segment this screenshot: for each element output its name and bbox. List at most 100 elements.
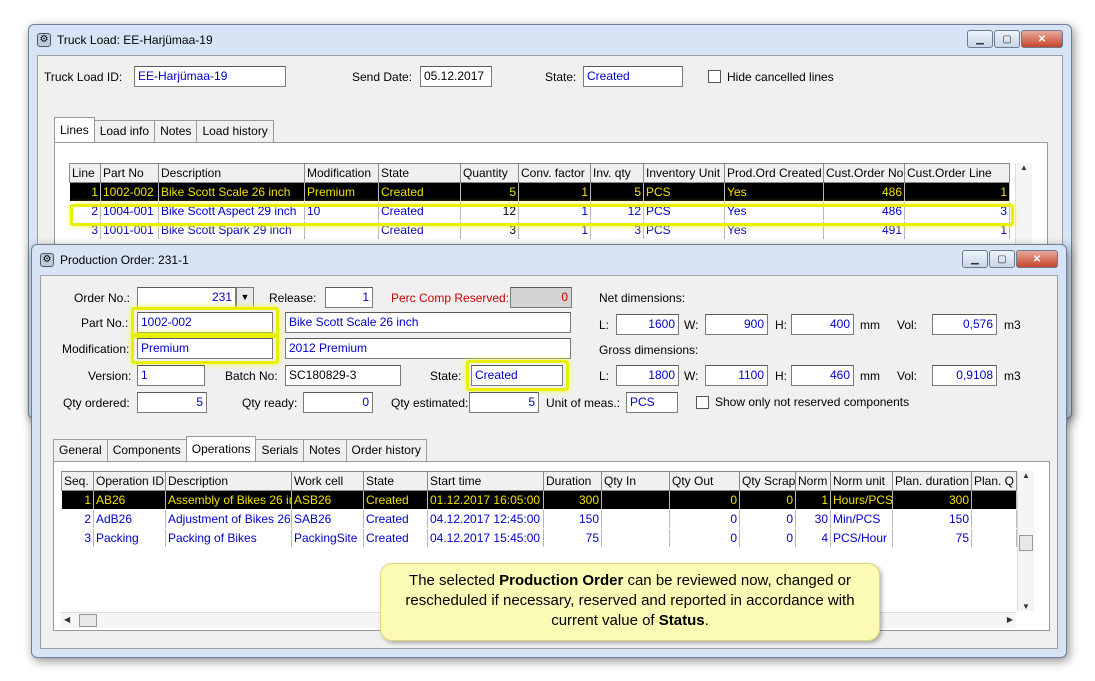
tab-order-history[interactable]: Order history <box>345 439 427 461</box>
cell[interactable]: ASB26 <box>291 490 364 510</box>
hide-cancelled-checkbox[interactable] <box>708 70 721 83</box>
cell[interactable]: AB26 <box>93 490 166 510</box>
cell[interactable]: 01.12.2017 16:05:00 <box>427 490 544 510</box>
cell[interactable]: 1002-002 <box>100 182 159 202</box>
col-state[interactable]: State <box>363 471 428 491</box>
cell[interactable]: Hours/PCS <box>830 490 893 510</box>
col-line[interactable]: Line <box>69 163 101 183</box>
cell[interactable]: 4 <box>795 528 831 548</box>
col-qty-scrap[interactable]: Qty Scrap <box>739 471 796 491</box>
scroll-down-icon[interactable]: ▼ <box>1018 602 1034 611</box>
gross-width-field[interactable]: 1100 <box>705 365 768 386</box>
close-button[interactable]: ✕ <box>1016 250 1058 268</box>
unit-of-meas-field[interactable]: PCS <box>626 392 678 413</box>
cell[interactable]: Yes <box>724 182 824 202</box>
cell[interactable]: 1 <box>795 490 831 510</box>
cell[interactable]: PCS/Hour <box>830 528 893 548</box>
part-description-field[interactable]: Bike Scott Scale 26 inch <box>285 312 571 333</box>
operations-vertical-scrollbar[interactable]: ▲ ▼ <box>1017 471 1034 611</box>
cell[interactable]: PCS <box>643 182 725 202</box>
tab-notes[interactable]: Notes <box>154 120 198 142</box>
cell[interactable]: Packing of Bikes <box>165 528 292 548</box>
cell[interactable]: Premium <box>304 182 379 202</box>
close-button[interactable]: ✕ <box>1021 30 1063 48</box>
cell[interactable]: SAB26 <box>291 509 364 529</box>
cell[interactable]: Assembly of Bikes 26 in <box>165 490 292 510</box>
col-start-time[interactable]: Start time <box>427 471 544 491</box>
col-prod-ord-created[interactable]: Prod.Ord Created <box>724 163 824 183</box>
show-not-reserved-checkbox[interactable] <box>696 396 709 409</box>
cell[interactable]: Created <box>363 528 428 548</box>
cell[interactable]: 5 <box>460 182 519 202</box>
cell[interactable]: 75 <box>543 528 602 548</box>
version-field[interactable]: 1 <box>137 365 205 386</box>
scroll-thumb[interactable] <box>79 614 97 627</box>
scroll-up-icon[interactable]: ▲ <box>1018 471 1034 480</box>
cell[interactable]: 0 <box>669 509 740 529</box>
gross-length-field[interactable]: 1800 <box>616 365 679 386</box>
cell[interactable] <box>601 490 670 510</box>
col-state[interactable]: State <box>378 163 461 183</box>
cell[interactable]: PackingSite <box>291 528 364 548</box>
col-inv-qty[interactable]: Inv. qty <box>590 163 644 183</box>
cell[interactable]: 1 <box>518 182 591 202</box>
col-plan-duration[interactable]: Plan. duration <box>892 471 972 491</box>
col-operation-id[interactable]: Operation ID <box>93 471 166 491</box>
order-no-field[interactable]: 231 <box>137 287 236 308</box>
col-norm-unit[interactable]: Norm unit <box>830 471 893 491</box>
col-inventory-unit[interactable]: Inventory Unit <box>643 163 725 183</box>
tab-load-info[interactable]: Load info <box>93 120 156 142</box>
cell[interactable]: 1 <box>904 182 1010 202</box>
cell[interactable]: 5 <box>590 182 644 202</box>
table-row[interactable]: 1 AB26 Assembly of Bikes 26 in ASB26 Cre… <box>61 490 1017 510</box>
tab-load-history[interactable]: Load history <box>196 120 274 142</box>
minimize-button[interactable]: ▁ <box>967 30 993 48</box>
maximize-button[interactable]: ▢ <box>989 250 1015 268</box>
col-seq[interactable]: Seq. <box>61 471 94 491</box>
cell[interactable] <box>971 528 1017 548</box>
col-part-no[interactable]: Part No <box>100 163 159 183</box>
cell[interactable]: 0 <box>739 528 796 548</box>
cell[interactable]: Bike Scott Scale 26 inch <box>158 182 305 202</box>
col-cust-order-line[interactable]: Cust.Order Line <box>904 163 1010 183</box>
net-height-field[interactable]: 400 <box>791 314 854 335</box>
tab-serials[interactable]: Serials <box>255 439 305 461</box>
cell[interactable]: AdB26 <box>93 509 166 529</box>
gross-volume-field[interactable]: 0,9108 <box>932 365 997 386</box>
send-date-field[interactable]: 05.12.2017 <box>420 66 492 87</box>
col-description[interactable]: Description <box>158 163 305 183</box>
cell[interactable]: 1 <box>61 490 94 510</box>
truck-load-id-field[interactable]: EE-Harjümaa-19 <box>134 66 286 87</box>
production-order-titlebar[interactable]: ⚙ Production Order: 231-1 ▁ ▢ ✕ <box>32 245 1066 275</box>
tab-general[interactable]: General <box>53 439 108 461</box>
cell[interactable]: 2 <box>61 509 94 529</box>
gross-height-field[interactable]: 460 <box>791 365 854 386</box>
net-width-field[interactable]: 900 <box>705 314 768 335</box>
cell[interactable]: 0 <box>669 528 740 548</box>
table-row[interactable]: 1 1002-002 Bike Scott Scale 26 inch Prem… <box>69 182 1010 202</box>
cell[interactable] <box>971 509 1017 529</box>
col-plan-q[interactable]: Plan. Q <box>971 471 1017 491</box>
cell[interactable]: Created <box>363 509 428 529</box>
cell[interactable] <box>601 509 670 529</box>
scroll-up-icon[interactable]: ▲ <box>1016 163 1032 172</box>
cell[interactable]: 300 <box>543 490 602 510</box>
qty-ready-field[interactable]: 0 <box>303 392 373 413</box>
cell[interactable]: Min/PCS <box>830 509 893 529</box>
table-row[interactable]: 2 AdB26 Adjustment of Bikes 26 SAB26 Cre… <box>61 509 1017 529</box>
truck-load-titlebar[interactable]: ⚙ Truck Load: EE-Harjümaa-19 ▁ ▢ ✕ <box>29 25 1071 55</box>
scroll-thumb[interactable] <box>1019 535 1033 551</box>
cell[interactable]: 3 <box>61 528 94 548</box>
col-duration[interactable]: Duration <box>543 471 602 491</box>
cell[interactable] <box>971 490 1017 510</box>
col-work-cell[interactable]: Work cell <box>291 471 364 491</box>
cell[interactable]: 300 <box>892 490 972 510</box>
cell[interactable]: 04.12.2017 15:45:00 <box>427 528 544 548</box>
tab-components[interactable]: Components <box>106 439 187 461</box>
cell[interactable]: 30 <box>795 509 831 529</box>
col-conv-factor[interactable]: Conv. factor <box>518 163 591 183</box>
col-description[interactable]: Description <box>165 471 292 491</box>
net-length-field[interactable]: 1600 <box>616 314 679 335</box>
cell[interactable]: 0 <box>669 490 740 510</box>
maximize-button[interactable]: ▢ <box>994 30 1020 48</box>
